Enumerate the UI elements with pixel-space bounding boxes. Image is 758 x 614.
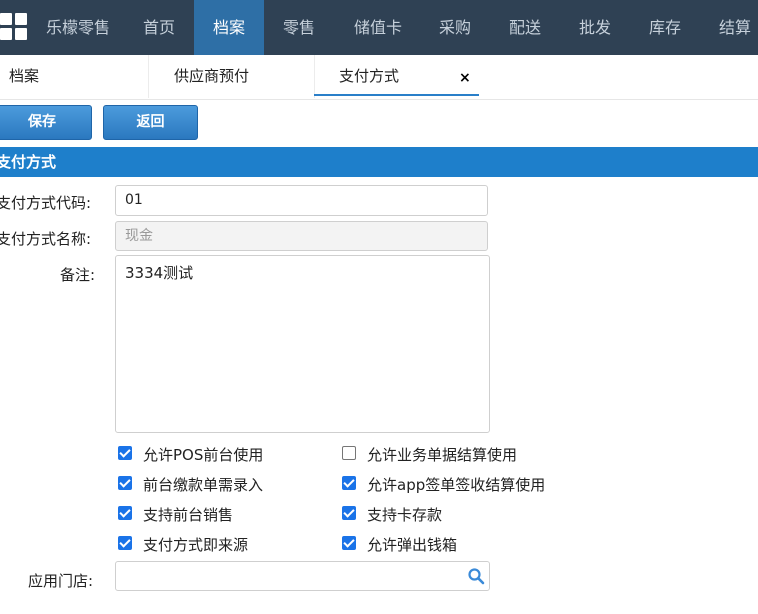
search-icon[interactable] xyxy=(467,567,485,585)
checkbox-label: 允许POS前台使用 xyxy=(143,446,264,464)
payment-code-label: 支付方式代码: xyxy=(0,194,92,212)
payment-name-label: 支付方式名称: xyxy=(0,230,92,248)
nav-item-home[interactable]: 首页 xyxy=(134,0,184,55)
top-nav-bar: 乐檬零售 首页 档案 零售 储值卡 采购 配送 批发 库存 结算 xyxy=(0,0,758,55)
save-button[interactable]: 保存 xyxy=(0,105,92,140)
checkbox-label: 支持卡存款 xyxy=(367,506,443,524)
checkbox-unchecked-icon[interactable] xyxy=(342,446,356,460)
section-header: 支付方式 xyxy=(0,147,758,177)
close-icon[interactable]: × xyxy=(459,55,471,102)
checkbox-label: 允许app签单签收结算使用 xyxy=(367,476,546,494)
store-search-input[interactable] xyxy=(115,561,490,591)
grid-menu-icon[interactable] xyxy=(0,13,28,41)
nav-item-purchase[interactable]: 采购 xyxy=(430,0,480,55)
remark-label: 备注: xyxy=(60,266,96,284)
nav-item-retail[interactable]: 零售 xyxy=(272,0,326,55)
tab-divider xyxy=(148,55,149,98)
payment-code-input[interactable]: 01 xyxy=(115,185,488,216)
checkbox-checked-icon[interactable] xyxy=(342,476,356,490)
checkbox-label: 允许业务单据结算使用 xyxy=(367,446,518,464)
checkbox-checked-icon[interactable] xyxy=(118,446,132,460)
tab-payment-method-label: 支付方式 xyxy=(339,67,400,85)
payment-name-input[interactable]: 现金 xyxy=(115,221,488,251)
checkbox-checked-icon[interactable] xyxy=(342,506,356,520)
nav-item-wholesale[interactable]: 批发 xyxy=(570,0,620,55)
nav-item-settlement[interactable]: 结算 xyxy=(710,0,758,55)
brand-name: 乐檬零售 xyxy=(46,18,111,37)
checkbox-checked-icon[interactable] xyxy=(342,536,356,550)
nav-item-inventory[interactable]: 库存 xyxy=(640,0,690,55)
checkbox-checked-icon[interactable] xyxy=(118,536,132,550)
tab-payment-method[interactable]: 支付方式 xyxy=(314,55,479,96)
section-title: 支付方式 xyxy=(0,153,57,171)
tab-bar: 档案 供应商预付 支付方式 × xyxy=(0,55,758,100)
checkbox-label: 支付方式即来源 xyxy=(143,536,249,554)
checkbox-label: 支持前台销售 xyxy=(143,506,234,524)
tab-supplier-prepay[interactable]: 供应商预付 xyxy=(174,55,249,98)
back-button[interactable]: 返回 xyxy=(103,105,198,140)
checkbox-label: 前台缴款单需录入 xyxy=(143,476,264,494)
nav-item-delivery[interactable]: 配送 xyxy=(500,0,550,55)
checkbox-checked-icon[interactable] xyxy=(118,506,132,520)
remark-textarea[interactable]: 3334测试 xyxy=(115,255,490,433)
store-label: 应用门店: xyxy=(28,572,94,590)
nav-item-archive[interactable]: 档案 xyxy=(194,0,264,55)
checkbox-checked-icon[interactable] xyxy=(118,476,132,490)
nav-item-stored-value-card[interactable]: 储值卡 xyxy=(345,0,411,55)
checkbox-label: 允许弹出钱箱 xyxy=(367,536,458,554)
tab-archive[interactable]: 档案 xyxy=(9,55,39,98)
